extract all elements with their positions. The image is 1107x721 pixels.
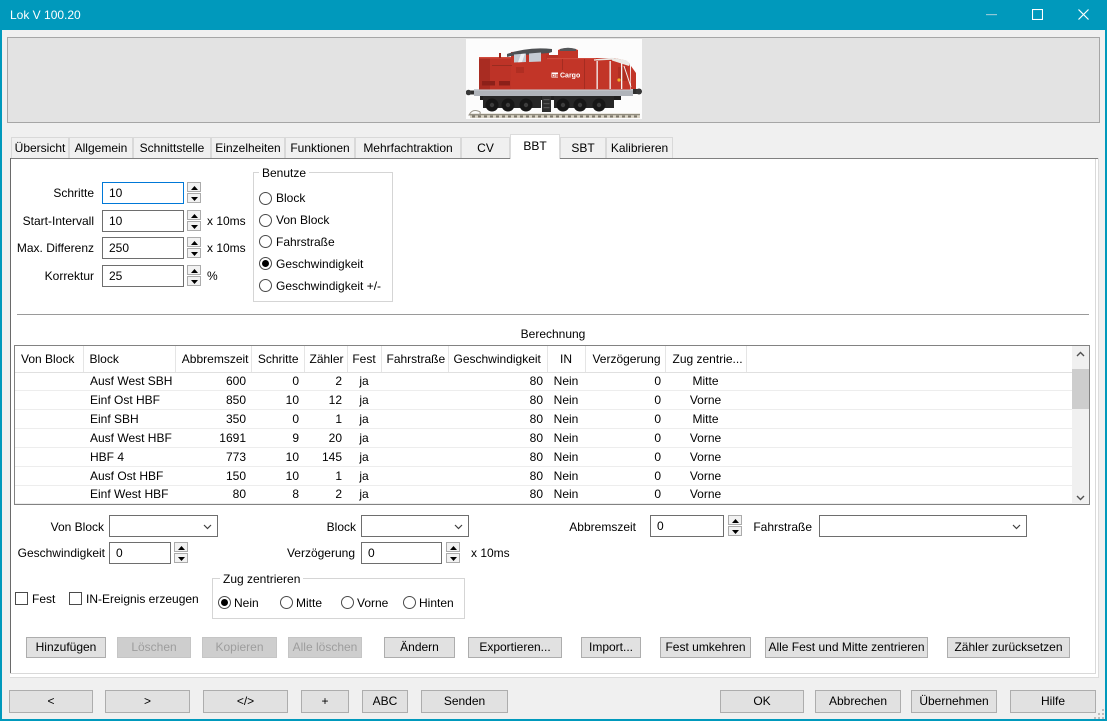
svg-text:Cargo: Cargo bbox=[560, 73, 580, 80]
svg-text:DB: DB bbox=[552, 73, 559, 78]
